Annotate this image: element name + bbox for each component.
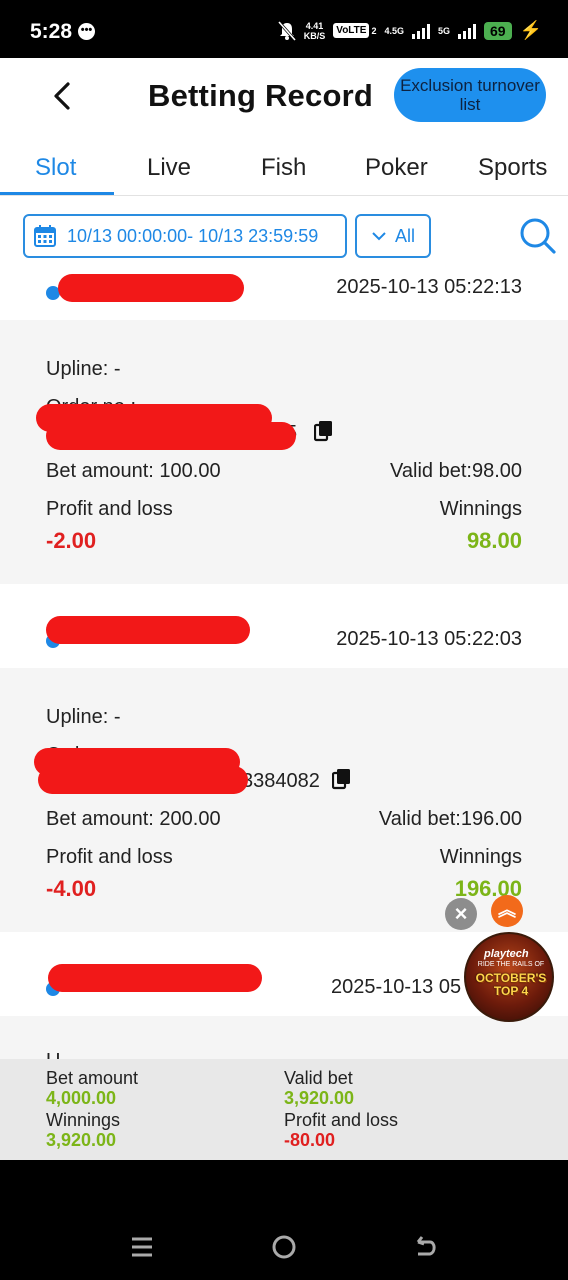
valid-bet-text: Valid bet:98.00 [390, 460, 522, 482]
status-time: 5:28 [30, 20, 73, 43]
tab-slot[interactable]: Slot [35, 154, 76, 182]
summary-valid-bet-value: 3,920.00 [284, 1088, 355, 1108]
copy-icon[interactable] [314, 420, 334, 442]
record-body: Upline: - Order no.: 5 Bet amount: 100.0… [0, 320, 568, 584]
header: Betting Record Exclusion turnover list [0, 58, 568, 136]
network-5g: 5G [437, 25, 450, 36]
status-bar: 5:28 ••• 4.41 KB/S VoLTE 2 4.5G 5G 69 ⚡ [0, 0, 568, 58]
summary-bet-amount: Bet amount 4,000.00 [46, 1068, 138, 1108]
promo-brand: playtech [484, 948, 529, 960]
bet-amount-text: Bet amount: 100.00 [46, 460, 221, 482]
summary-bet-amount-value: 4,000.00 [46, 1088, 117, 1108]
page-title: Betting Record [148, 78, 373, 113]
system-nav-bar [0, 1160, 568, 1280]
category-tabs: Slot Live Fish Poker Sports [0, 136, 568, 196]
type-select-value: All [394, 225, 415, 246]
record-time: 2025-10-13 05 [331, 976, 462, 998]
pl-label-row: Profit and loss Winnings [46, 846, 522, 869]
net-speed-value: 4.41 [305, 20, 324, 31]
exclusion-turnover-button[interactable]: Exclusion turnover list [394, 68, 546, 122]
tab-sports[interactable]: Sports [478, 154, 547, 182]
profit-loss-label: Profit and loss [46, 846, 173, 868]
promo-tagline: RIDE THE RAILS OF [477, 961, 545, 968]
search-icon [520, 218, 556, 254]
scroll-top-button[interactable]: ︽ [491, 895, 523, 927]
charging-icon: ⚡ [519, 20, 542, 40]
summary-winnings-label: Winnings [46, 1110, 121, 1130]
status-icons: 4.41 KB/S VoLTE 2 4.5G 5G 69 ⚡ [277, 20, 542, 41]
promo-badge[interactable]: playtech RIDE THE RAILS OF OCTOBER'S TOP… [464, 932, 554, 1022]
mute-bell-icon [277, 20, 296, 41]
signal-2-icon [458, 23, 476, 39]
summary-bar: Bet amount 4,000.00 Valid bet 3,920.00 W… [0, 1059, 568, 1160]
summary-profit-loss: Profit and loss -80.00 [284, 1110, 398, 1150]
type-select[interactable]: All [355, 214, 431, 258]
pl-value-row: -4.00 196.00 [46, 876, 522, 902]
battery-level: 69 [484, 21, 512, 40]
active-tab-indicator [0, 192, 114, 195]
network-4-5g: 4.5G [384, 25, 404, 36]
back-arrow-icon [54, 82, 70, 110]
tab-fish[interactable]: Fish [261, 154, 306, 182]
redaction-mark [58, 274, 244, 302]
date-range-text: 10/13 00:00:00- 10/13 23:59:59 [67, 225, 319, 246]
signal-1-icon [411, 23, 430, 39]
promo-headline: OCTOBER'S TOP 4 [475, 971, 547, 998]
back-nav-icon[interactable] [410, 1232, 440, 1262]
chat-notification-icon: ••• [78, 23, 95, 40]
net-speed: 4.41 KB/S [304, 21, 326, 41]
app-screen: Betting Record Exclusion turnover list S… [0, 58, 568, 1160]
bet-amount-row: Bet amount: 200.00 Valid bet:196.00 [46, 808, 522, 831]
copy-icon[interactable] [332, 768, 352, 790]
winnings-label: Winnings [439, 846, 522, 868]
back-button[interactable] [46, 76, 80, 116]
redaction-mark [46, 422, 296, 450]
summary-profit-loss-value: -80.00 [284, 1130, 336, 1150]
pl-value-row: -2.00 98.00 [46, 528, 522, 554]
record-header[interactable]: Lau 2025-10-13 05:22:03 [0, 592, 568, 668]
filter-bar: 10/13 00:00:00- 10/13 23:59:59 All [0, 196, 568, 268]
profit-loss-value: -4.00 [46, 876, 97, 901]
record-time: 2025-10-13 05:22:13 [336, 276, 522, 298]
pl-label-row: Profit and loss Winnings [46, 498, 522, 521]
upline-text: Upline: - [46, 358, 121, 380]
bet-amount-row: Bet amount: 100.00 Valid bet:98.00 [46, 460, 522, 483]
summary-valid-bet-label: Valid bet [284, 1068, 353, 1088]
close-promo-button[interactable]: × [445, 898, 477, 930]
chevron-down-icon [372, 232, 386, 241]
volte-badge: VoLTE [333, 23, 370, 38]
record-body: Upline: - Order no.: 3384082 Bet amount:… [0, 668, 568, 932]
tab-poker[interactable]: Poker [365, 154, 428, 182]
record-time: 2025-10-13 05:22:03 [336, 628, 522, 650]
search-button[interactable] [518, 216, 558, 256]
redaction-mark [46, 616, 250, 644]
home-circle-icon[interactable] [269, 1232, 299, 1262]
tab-live[interactable]: Live [147, 154, 191, 182]
redaction-mark [38, 766, 248, 794]
upline-text: Upline: - [46, 706, 121, 728]
profit-loss-label: Profit and loss [46, 498, 173, 520]
profit-loss-value: -2.00 [46, 528, 97, 553]
calendar-icon [34, 225, 56, 247]
date-range-picker[interactable]: 10/13 00:00:00- 10/13 23:59:59 [23, 214, 347, 258]
summary-winnings-value: 3,920.00 [46, 1130, 117, 1150]
summary-bet-amount-label: Bet amount [46, 1068, 139, 1088]
record-header[interactable]: 2025-10-13 05:22:13 [0, 268, 568, 320]
summary-profit-loss-label: Profit and loss [284, 1110, 399, 1130]
sim-indicator: 2 [371, 25, 377, 36]
recents-menu-icon[interactable] [128, 1232, 158, 1262]
winnings-value: 98.00 [466, 528, 522, 553]
valid-bet-text: Valid bet:196.00 [378, 808, 522, 830]
winnings-label: Winnings [439, 498, 522, 520]
summary-valid-bet: Valid bet 3,920.00 [284, 1068, 354, 1108]
order-number-suffix: 3384082 [242, 770, 320, 792]
net-speed-unit: KB/S [303, 30, 326, 41]
redaction-mark [48, 964, 262, 992]
bet-amount-text: Bet amount: 200.00 [46, 808, 221, 830]
summary-winnings: Winnings 3,920.00 [46, 1110, 120, 1150]
